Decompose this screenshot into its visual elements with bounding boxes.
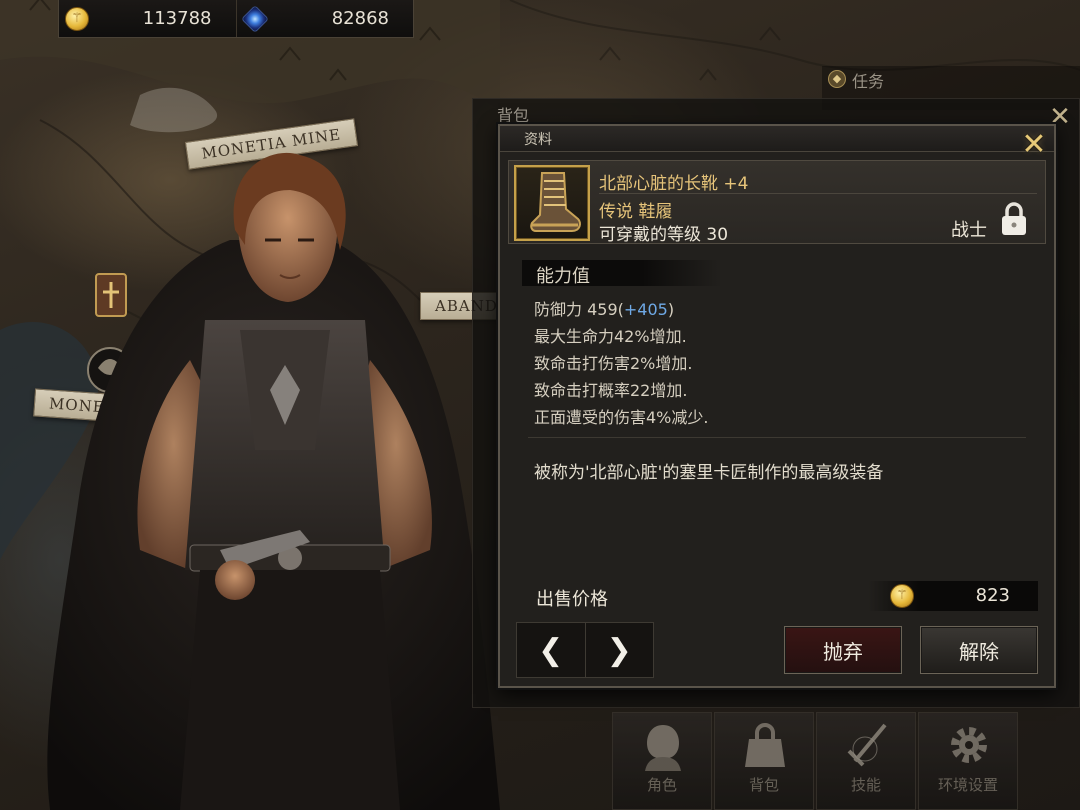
- stat-line: 致命击打概率22增加.: [534, 381, 688, 400]
- bottom-menu: 角色 背包 技能 环境设置: [612, 712, 1018, 810]
- item-summary-card: 北部心脏的长靴 +4 传说 鞋履 可穿戴的等级 30 战士: [508, 160, 1046, 245]
- item-type: 传说 鞋履: [599, 202, 673, 222]
- stat-line: 正面遭受的伤害4%减少.: [534, 408, 709, 427]
- menu-skill[interactable]: 技能: [816, 712, 916, 810]
- item-name: 北部心脏的长靴 +4: [599, 174, 749, 194]
- item-class: 战士: [951, 220, 987, 241]
- stats-section-header: 能力值: [522, 260, 722, 287]
- menu-skill-label: 技能: [850, 776, 881, 794]
- stat-line: 最大生命力42%增加.: [534, 327, 687, 346]
- sell-price-box: 823: [868, 581, 1038, 611]
- lock-icon[interactable]: [999, 201, 1029, 237]
- chevron-left-icon: ❮: [538, 632, 564, 668]
- discard-button[interactable]: 抛弃: [784, 626, 902, 674]
- item-divider: [599, 193, 1037, 194]
- menu-settings-label: 环境设置: [937, 776, 998, 794]
- quest-icon: ◆: [828, 70, 846, 88]
- unequip-button[interactable]: 解除: [920, 626, 1038, 674]
- gem-currency: 82868: [235, 0, 414, 37]
- currency-bar: 113788 82868: [58, 0, 414, 38]
- sell-price-label: 出售价格: [536, 589, 608, 610]
- inventory-title: 背包: [497, 106, 530, 125]
- previous-item-button[interactable]: ❮: [517, 623, 585, 677]
- stat-line-defense: 防御力 459(+405): [534, 300, 675, 319]
- menu-character[interactable]: 角色: [612, 712, 712, 810]
- menu-bag-label: 背包: [748, 776, 779, 794]
- section-divider: [528, 437, 1026, 438]
- dialog-title: 资料: [524, 132, 552, 148]
- stat-list: 防御力 459(+405) 最大生命力42%增加. 致命击打伤害2%增加. 致命…: [534, 296, 708, 431]
- gold-coin-icon: [65, 6, 89, 31]
- skill-icon: [847, 723, 887, 767]
- item-description: 被称为'北部心脏'的塞里卡匠制作的最高级装备: [534, 463, 884, 483]
- sell-price-row: 出售价格 823: [520, 578, 1038, 616]
- defense-bonus: +405: [623, 300, 668, 319]
- gold-amount: 113788: [142, 8, 212, 29]
- quest-title: 任务: [852, 72, 885, 91]
- character-icon: [645, 725, 681, 771]
- menu-bag[interactable]: 背包: [714, 712, 814, 810]
- item-navigation: ❮ ❯: [516, 622, 654, 678]
- bag-icon: [745, 723, 785, 767]
- gold-coin-icon: [890, 584, 914, 608]
- gem-amount: 82868: [331, 8, 389, 29]
- chevron-right-icon: ❯: [606, 632, 632, 668]
- gold-currency: 113788: [59, 0, 236, 37]
- next-item-button[interactable]: ❯: [584, 623, 654, 677]
- boots-icon: [514, 165, 590, 241]
- dialog-close-button[interactable]: ✕: [1020, 130, 1048, 160]
- item-required-level: 可穿戴的等级 30: [599, 225, 729, 245]
- menu-character-label: 角色: [646, 776, 677, 794]
- sell-price-value: 823: [975, 585, 1010, 606]
- menu-settings[interactable]: 环境设置: [918, 712, 1018, 810]
- item-info-dialog: 资料 ✕ 北部心脏的长靴 +4 传说 鞋履 可穿戴的等级 30 战士 能力值 防…: [498, 124, 1056, 688]
- warrior-character-portrait: [47, 152, 500, 810]
- stats-header-label: 能力值: [536, 266, 590, 287]
- dialog-header: 资料: [500, 126, 1054, 152]
- blue-gem-icon: [240, 4, 269, 33]
- stat-line: 致命击打伤害2%增加.: [534, 354, 693, 373]
- settings-icon: [951, 727, 987, 763]
